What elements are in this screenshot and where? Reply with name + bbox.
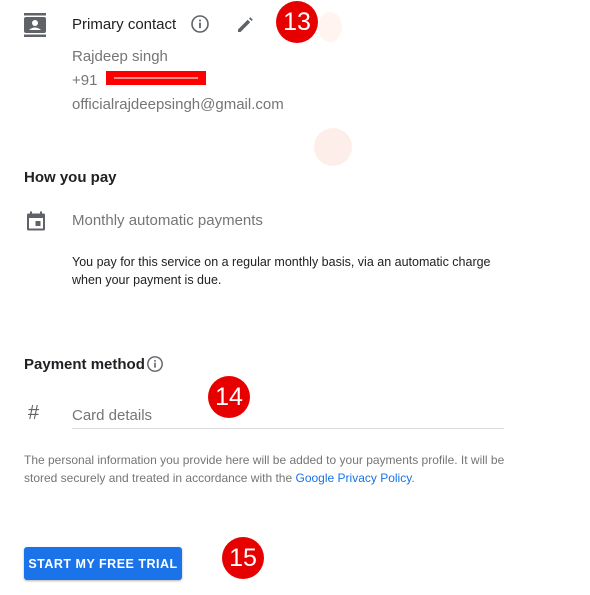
payment-plan-label: Monthly automatic payments <box>72 212 263 229</box>
info-icon[interactable] <box>146 355 164 373</box>
step-badge-15: 15 <box>222 537 264 579</box>
faint-highlight <box>314 128 352 166</box>
start-free-trial-button[interactable]: START MY FREE TRIAL <box>24 547 182 580</box>
privacy-notice-text: The personal information you provide her… <box>24 453 505 485</box>
hash-icon: # <box>28 402 40 424</box>
step-badge-14: 14 <box>208 376 250 418</box>
privacy-notice-end: . <box>411 471 415 485</box>
contact-email: officialrajdeepsingh@gmail.com <box>72 96 284 113</box>
payment-plan-description: You pay for this service on a regular mo… <box>72 255 491 287</box>
primary-contact-label: Primary contact <box>72 16 177 33</box>
calendar-icon <box>27 211 45 231</box>
edit-pencil-icon[interactable] <box>236 14 256 34</box>
privacy-policy-link[interactable]: Google Privacy Policy <box>296 471 412 485</box>
contact-card-icon <box>24 13 46 37</box>
step-badge-13: 13 <box>276 1 318 43</box>
faint-highlight <box>318 12 342 42</box>
card-details-input[interactable] <box>72 396 504 429</box>
contact-phone: +91 <box>72 72 98 89</box>
contact-name: Rajdeep singh <box>72 48 168 65</box>
payment-method-title: Payment method <box>24 356 145 373</box>
redaction-line <box>114 77 198 79</box>
info-icon[interactable] <box>190 14 210 34</box>
how-you-pay-title: How you pay <box>24 169 117 186</box>
privacy-notice: The personal information you provide her… <box>24 451 514 487</box>
